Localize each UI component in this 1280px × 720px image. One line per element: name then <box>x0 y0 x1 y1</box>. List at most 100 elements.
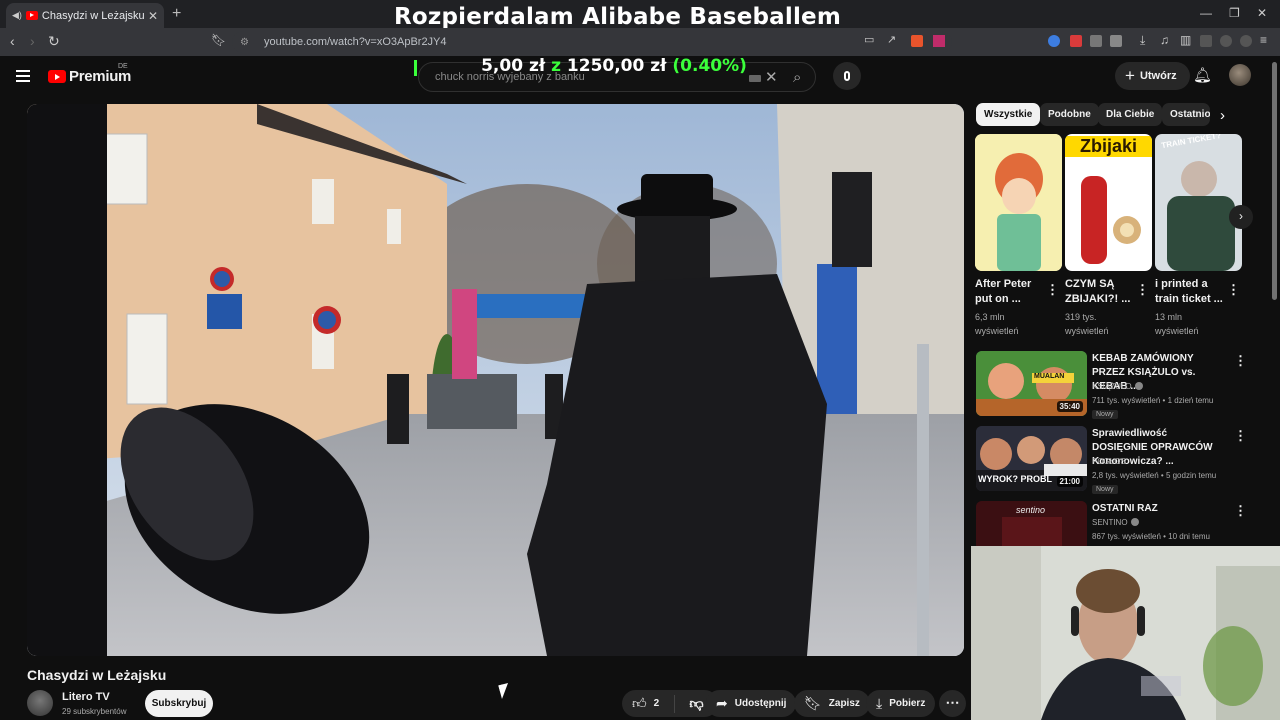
video-thumbnail[interactable]: MUALAN 35:40 <box>976 351 1087 416</box>
video-duration: 35:40 <box>1056 401 1083 412</box>
download-button[interactable]: ⤓ Pobierz <box>866 690 936 717</box>
chip-related[interactable]: Podobne <box>1040 103 1099 126</box>
short-more-icon[interactable]: ⋮ <box>1046 282 1059 298</box>
short-more-icon[interactable]: ⋮ <box>1136 282 1149 298</box>
short-thumbnail-art <box>975 134 1062 271</box>
hamburger-menu-icon[interactable] <box>16 70 30 85</box>
short-thumbnail[interactable] <box>975 134 1062 271</box>
page-scrollbar[interactable] <box>1272 62 1277 300</box>
create-label: Utwórz <box>1139 70 1177 82</box>
wallet-icon[interactable] <box>1200 35 1212 47</box>
short-thumb-text: TRAIN TICKET? <box>1160 134 1222 151</box>
chips-next-icon[interactable]: › <box>1220 107 1225 124</box>
site-info-icon[interactable]: ⚙ <box>240 37 252 48</box>
browser-address-bar: ‹ › ↻ 🔖︎ ⚙ youtube.com/watch?v=xO3ApBr2J… <box>0 28 1280 56</box>
back-icon[interactable]: ‹ <box>10 33 15 49</box>
donation-percent: (0.40%) <box>672 56 747 76</box>
voice-search-button[interactable] <box>833 62 861 90</box>
recommendation-more-icon[interactable]: ⋮ <box>1234 503 1247 519</box>
reload-icon[interactable]: ↻ <box>48 33 60 50</box>
extension-icon[interactable] <box>1070 35 1082 47</box>
recommendation-meta: 711 tys. wyświetleń • 1 dzień temu <box>1092 396 1214 405</box>
video-duration: 21:00 <box>1056 476 1083 487</box>
extension-icon[interactable] <box>1048 35 1060 47</box>
verified-icon <box>1130 518 1139 526</box>
donation-of-word: z <box>551 56 561 76</box>
save-playlist-icon: 🔖︎ <box>804 695 822 711</box>
short-thumb-text: Zbijaki <box>1065 136 1152 157</box>
video-thumbnail[interactable]: WYROK? PROBL 21:00 <box>976 426 1087 491</box>
video-frame <box>27 104 964 656</box>
vpn-icon[interactable] <box>1240 35 1252 47</box>
like-count: 2 <box>653 698 660 709</box>
thumbnail-text: MUALAN <box>1034 373 1065 380</box>
share-label: Udostępnij <box>734 698 787 709</box>
video-title: Chasydzi w Leżajsku <box>27 667 167 683</box>
maximize-icon[interactable]: ❐ <box>1229 6 1240 20</box>
share-page-icon[interactable]: ↗ <box>887 33 896 46</box>
video-thumbnail[interactable]: sentino <box>976 501 1087 546</box>
recommendation-channel[interactable]: KSIĄŻULO <box>1092 382 1143 391</box>
short-title[interactable]: After Peter put on ... <box>975 277 1045 307</box>
short-title[interactable]: CZYM SĄ ZBIJAKI?! ... <box>1065 277 1135 307</box>
recommendation-item[interactable]: sentino OSTATNI RAZ SENTINO 867 tys. wyś… <box>976 501 1266 546</box>
download-icon: ⤓ <box>876 695 883 711</box>
shorts-next-button[interactable]: › <box>1229 205 1253 229</box>
channel-name[interactable]: Litero TV <box>62 691 110 703</box>
extensions-puzzle-icon[interactable] <box>1090 35 1102 47</box>
recommendation-channel[interactable]: SENTINO <box>1092 518 1139 527</box>
webcam-feed <box>971 546 1280 720</box>
extension-icon[interactable] <box>1110 35 1122 47</box>
window-close-icon[interactable]: ✕ <box>1257 6 1267 20</box>
region-code: DE <box>118 63 128 70</box>
subscribe-button[interactable]: Subskrybuj <box>145 690 213 717</box>
download-icon[interactable]: ⤓ <box>1140 33 1145 48</box>
recommendation-item[interactable]: WYROK? PROBL 21:00 Sprawiedliwość DOSIĘG… <box>976 426 1266 494</box>
brave-shield-icon[interactable] <box>911 35 923 47</box>
forward-icon[interactable]: › <box>30 33 35 49</box>
notifications-bell-icon[interactable]: 🔔︎ <box>1193 66 1212 84</box>
stream-overlay-title: Rozpierdalam Alibabe Baseballem <box>393 4 842 30</box>
subscriber-count: 29 subskrybentów <box>62 707 127 716</box>
short-more-icon[interactable]: ⋮ <box>1227 282 1240 298</box>
share-button[interactable]: ➦ Udostępnij <box>706 690 797 717</box>
leo-ai-icon[interactable] <box>1220 35 1232 47</box>
short-views: 319 tys. wyświetleń <box>1065 312 1109 336</box>
more-actions-button[interactable]: ⋯ <box>939 690 966 717</box>
webcam-overlay <box>971 546 1280 720</box>
mouse-cursor-icon <box>498 682 512 700</box>
browser-menu-icon[interactable]: ≡ <box>1260 33 1267 47</box>
save-button[interactable]: 🔖︎ Zapisz <box>794 690 870 717</box>
bookmark-icon[interactable]: 🔖︎ <box>211 33 226 47</box>
save-label: Zapisz <box>828 698 860 709</box>
like-button[interactable]: 👍︎ 2 <box>622 695 674 712</box>
logo-text: Premium <box>69 68 132 85</box>
media-icon[interactable]: ♫ <box>1160 33 1169 47</box>
url-field[interactable]: ⚙ youtube.com/watch?v=xO3ApBr2JY4 <box>232 31 952 53</box>
sidebar-icon[interactable]: ▥ <box>1180 33 1191 47</box>
create-button[interactable]: + Utwórz <box>1115 62 1190 90</box>
minimize-icon[interactable]: — <box>1200 6 1212 20</box>
channel-avatar[interactable] <box>27 690 53 716</box>
short-thumbnail[interactable]: Zbijaki <box>1065 134 1152 271</box>
brave-rewards-icon[interactable] <box>933 35 945 47</box>
plus-icon: + <box>1125 66 1135 85</box>
recommendation-item[interactable]: MUALAN 35:40 KEBAB ZAMÓWIONY PRZEZ KSIĄŻ… <box>976 351 1266 419</box>
cast-icon[interactable]: ▭ <box>864 33 874 46</box>
short-thumbnail[interactable]: TRAIN TICKET? <box>1155 134 1242 271</box>
youtube-premium-logo[interactable]: Premium DE <box>48 63 132 85</box>
recommendation-more-icon[interactable]: ⋮ <box>1234 428 1247 444</box>
short-title[interactable]: i printed a train ticket ... <box>1155 277 1225 307</box>
recommendation-more-icon[interactable]: ⋮ <box>1234 353 1247 369</box>
donation-goal: 1250,00 zł <box>566 56 667 76</box>
user-avatar[interactable] <box>1229 64 1251 86</box>
recommendation-channel[interactable]: POGŁOS <box>1092 457 1126 466</box>
chip-all[interactable]: Wszystkie <box>976 103 1041 126</box>
chip-recent[interactable]: Ostatnio <box>1162 103 1210 126</box>
donation-current: 5,00 zł <box>481 56 546 76</box>
verified-icon <box>1134 382 1143 390</box>
video-player[interactable] <box>27 104 964 656</box>
recommendation-title[interactable]: OSTATNI RAZ <box>1092 502 1222 516</box>
short-thumbnail-art <box>1167 161 1235 271</box>
chip-for-you[interactable]: Dla Ciebie <box>1098 103 1163 126</box>
